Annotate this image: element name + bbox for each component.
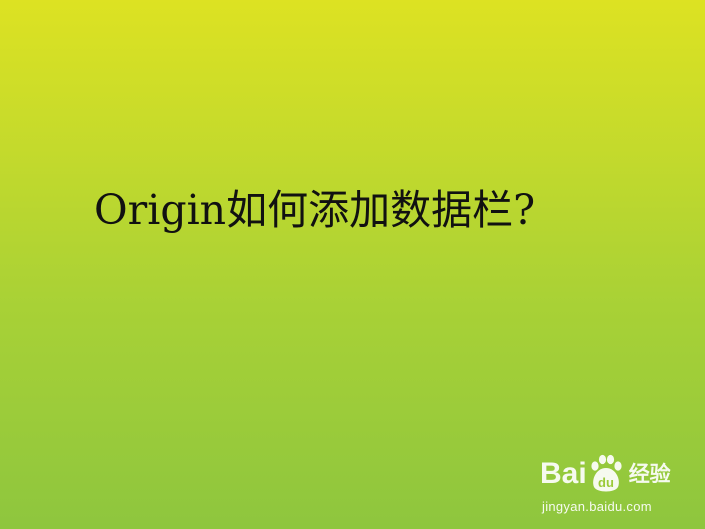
slide-background: Origin如何添加数据栏? Bai du 经验 jingyan.baidu.c…: [0, 0, 705, 529]
svg-text:du: du: [598, 475, 614, 490]
slide-title: Origin如何添加数据栏?: [94, 186, 536, 234]
watermark-url: jingyan.baidu.com: [542, 499, 652, 514]
watermark-logo: Bai du 经验: [540, 452, 671, 496]
watermark-logo-jingyan: 经验: [628, 461, 671, 486]
baidu-jingyan-watermark: Bai du 经验 jingyan.baidu.com: [540, 452, 700, 522]
paw-du-icon: du: [588, 454, 624, 494]
watermark-logo-bai: Bai: [540, 457, 587, 490]
